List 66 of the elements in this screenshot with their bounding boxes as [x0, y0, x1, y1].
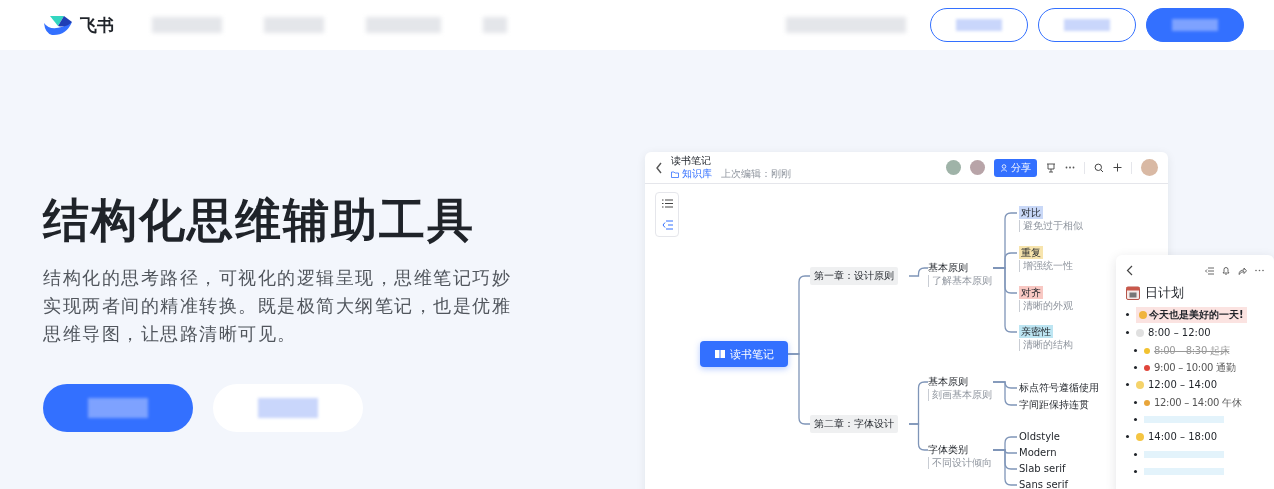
task-icon — [1144, 364, 1150, 371]
task-icon — [1144, 399, 1150, 406]
blurred-button[interactable] — [43, 384, 193, 432]
node-note: 刻画基本原则 — [928, 389, 992, 401]
task-text: 8:00 – 8:30 起床 — [1154, 343, 1230, 358]
connector-line — [787, 353, 811, 425]
list-icon[interactable] — [661, 199, 673, 208]
mindmap-node[interactable]: Sans serif — [1019, 478, 1068, 489]
mindmap-node[interactable]: Modern — [1019, 446, 1057, 459]
root-node[interactable]: 读书笔记 — [700, 341, 788, 367]
back-icon[interactable] — [655, 161, 663, 174]
mindmap-node[interactable]: 基本原则 — [928, 375, 992, 388]
node-note: 了解基本原则 — [928, 275, 992, 287]
mindmap-node[interactable]: 标点符号遵循使用 — [1019, 381, 1099, 394]
blurred-button[interactable] — [930, 8, 1028, 42]
mindmap-node[interactable]: 亲密性 — [1019, 325, 1053, 338]
search-icon[interactable] — [1094, 162, 1104, 173]
task-text: 9:00 – 10:00 通勤 — [1154, 360, 1236, 375]
node-note: 清晰的外观 — [1019, 300, 1073, 312]
hero-description: 结构化的思考路径，可视化的逻辑呈现，思维笔记巧妙实现两者间的精准转换。既是极简大纲笔记，也是优雅思维导图，让思路清晰可见。 — [43, 266, 512, 346]
document-title: 读书笔记 — [671, 155, 712, 167]
blurred-button[interactable] — [1038, 8, 1136, 42]
node-note: 增强统一性 — [1019, 260, 1073, 272]
plus-icon[interactable] — [1113, 163, 1122, 172]
back-icon[interactable] — [1126, 265, 1133, 276]
mindmap-node[interactable]: Oldstyle — [1019, 430, 1060, 443]
mindmap-node[interactable]: 字体类别 — [928, 443, 992, 456]
time-range: 12:00 – 14:00 — [1148, 379, 1217, 390]
share-button[interactable]: 分享 — [994, 158, 1037, 177]
avatar[interactable] — [946, 160, 961, 175]
more-icon[interactable] — [1065, 166, 1075, 169]
more-icon[interactable] — [1255, 269, 1264, 272]
outline-icon[interactable] — [1205, 266, 1214, 275]
mindmap-node[interactable]: 基本原则 — [928, 261, 992, 274]
share-icon[interactable] — [1238, 266, 1247, 275]
node-note: 避免过于相似 — [1019, 220, 1083, 232]
last-edited-text: 上次编辑：刚刚 — [721, 168, 791, 180]
mindmap-node[interactable]: 对齐 — [1019, 286, 1043, 299]
mindmap-node[interactable]: Slab serif — [1019, 462, 1066, 475]
outline-icon[interactable] — [661, 220, 673, 230]
mindmap-node[interactable]: 第二章：字体设计 — [810, 415, 898, 433]
presentation-icon[interactable] — [1046, 162, 1056, 173]
logo-icon — [42, 14, 74, 36]
node-note: 清晰的结构 — [1019, 339, 1073, 351]
location-link[interactable]: 知识库 — [682, 168, 712, 180]
bell-icon[interactable] — [1222, 266, 1230, 275]
time-range: 14:00 – 18:00 — [1148, 431, 1217, 442]
book-icon — [714, 350, 725, 358]
banner-text: 今天也是美好的一天! — [1149, 307, 1244, 322]
avatar[interactable] — [970, 160, 985, 175]
task-text: 12:00 – 14:00 午休 — [1154, 395, 1242, 410]
time-range: 8:00 – 12:00 — [1148, 327, 1211, 338]
connector-line — [908, 267, 929, 277]
task-icon — [1144, 347, 1150, 354]
person-icon — [1000, 163, 1008, 172]
mindmap-node[interactable]: 字间距保持连贯 — [1019, 398, 1089, 411]
blurred-button[interactable] — [1146, 8, 1244, 42]
brand-name[interactable]: 飞书 — [80, 13, 114, 37]
mindmap-node[interactable]: 第一章：设计原则 — [810, 267, 898, 285]
hero-title: 结构化思维辅助工具 — [43, 192, 476, 249]
mindmap-node[interactable]: 对比 — [1019, 206, 1043, 219]
folder-icon — [671, 170, 679, 178]
plan-title: 日计划 — [1145, 284, 1184, 302]
calendar-icon — [1126, 286, 1140, 300]
mindmap-node[interactable]: 重复 — [1019, 246, 1043, 259]
node-note: 不同设计倾向 — [928, 457, 992, 469]
